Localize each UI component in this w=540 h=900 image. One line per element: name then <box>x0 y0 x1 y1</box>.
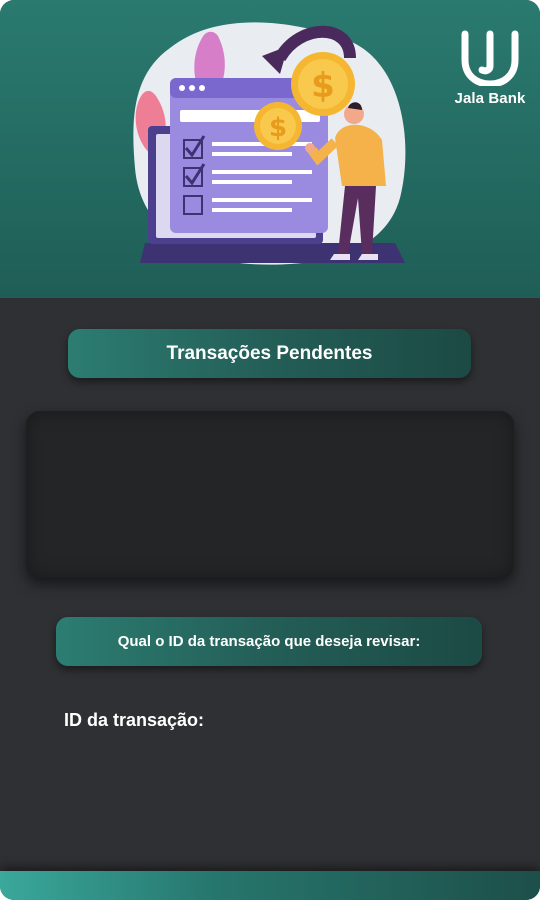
payment-checklist-illustration: $ $ <box>130 18 410 288</box>
brand-name: Jala Bank <box>454 90 526 107</box>
jala-bank-logo-icon <box>461 30 519 86</box>
page-title: Transações Pendentes <box>68 329 471 378</box>
transactions-list-panel <box>26 411 514 578</box>
question-prompt: Qual o ID da transação que deseja revisa… <box>56 617 482 666</box>
transaction-id-label: ID da transação: <box>64 710 205 730</box>
svg-text:$: $ <box>269 113 287 143</box>
header-banner: $ $ Jala Bank <box>0 0 540 298</box>
svg-text:$: $ <box>311 66 335 106</box>
brand-logo: Jala Bank <box>452 30 528 107</box>
laptop-checklist-svg: $ $ <box>133 22 406 265</box>
transaction-id-input[interactable] <box>228 704 482 740</box>
footer-bar <box>0 871 540 900</box>
app-screen: $ $ Jala Bank Transações Pendentes Qual … <box>0 0 540 900</box>
